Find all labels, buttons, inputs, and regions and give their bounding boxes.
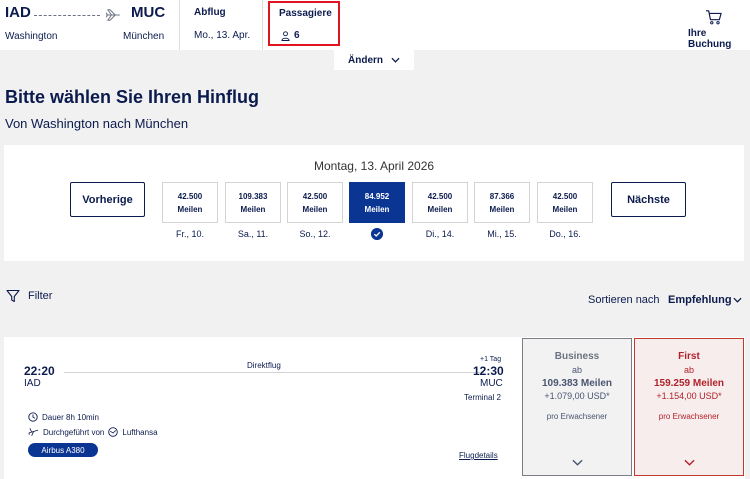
date-option-label: So., 12. — [299, 229, 331, 239]
fare-per-passenger: pro Erwachsener — [658, 412, 720, 421]
operator-row: Durchgeführt von Lufthansa — [28, 427, 158, 437]
origin-code: IAD — [5, 4, 31, 21]
date-option-label: Mi., 15. — [487, 229, 517, 239]
selected-date-title: Montag, 13. April 2026 — [313, 159, 435, 173]
sort-dropdown[interactable]: Empfehlung — [668, 294, 732, 306]
fare-usd: +1.079,00 USD* — [544, 391, 610, 401]
divider — [179, 0, 180, 50]
next-day-indicator: +1 Tag — [480, 356, 502, 363]
chevron-down-icon — [684, 459, 695, 466]
flight-timeline — [64, 372, 484, 373]
airplane-icon — [28, 428, 39, 436]
fare-miles: 109.383 Meilen — [541, 378, 613, 389]
date-option-mo-13-selected[interactable]: 84.952 Meilen — [349, 182, 405, 223]
flight-details-link[interactable]: Flugdetails — [459, 451, 498, 460]
arrival-airport: MUC — [480, 378, 503, 389]
passengers-selector[interactable]: Passagiere 6 — [268, 1, 340, 46]
fare-class-name: First — [678, 351, 700, 362]
date-option-label: Fr., 10. — [175, 229, 204, 239]
fare-class-name: Business — [554, 351, 600, 362]
airplane-icon — [105, 9, 120, 21]
date-option-miles: 109.383 — [238, 192, 268, 201]
date-option-label: Sa., 11. — [237, 229, 269, 239]
date-option-unit: Meilen — [240, 205, 266, 214]
booking-link[interactable]: Ihre Buchung — [688, 28, 750, 50]
page-title: Bitte wählen Sie Ihren Hinflug — [5, 87, 260, 107]
fare-usd: +1.154,00 USD* — [656, 391, 722, 401]
lufthansa-crane-logo-icon — [108, 427, 119, 437]
airline-name: Lufthansa — [122, 427, 158, 437]
date-option-di-14[interactable]: 42.500 Meilen — [412, 182, 468, 223]
header-bar: IAD Washington MUC München Abflug Mo., 1… — [0, 0, 750, 50]
fare-business[interactable]: Business ab 109.383 Meilen +1.079,00 USD… — [522, 338, 632, 476]
date-option-unit: Meilen — [427, 205, 453, 214]
previous-day-button[interactable]: Vorherige — [70, 182, 145, 217]
passengers-count: 6 — [294, 30, 300, 41]
filter-funnel-icon — [6, 289, 20, 303]
departure-label: Abflug — [194, 7, 226, 18]
chevron-down-icon — [391, 57, 400, 63]
arrival-time: 12:30 — [473, 364, 504, 378]
date-option-miles: 84.952 — [364, 192, 390, 201]
date-option-sa-11[interactable]: 109.383 Meilen — [225, 182, 281, 223]
date-option-label: Do., 16. — [549, 229, 581, 239]
person-icon — [281, 31, 290, 41]
destination-city: München — [123, 31, 165, 42]
chevron-down-icon[interactable] — [733, 297, 742, 303]
date-option-miles: 42.500 — [177, 192, 203, 201]
fare-from-label: ab — [571, 365, 582, 375]
departure-airport: IAD — [24, 378, 41, 389]
date-option-label: Di., 14. — [425, 229, 455, 239]
fare-miles: 159.259 Meilen — [653, 378, 725, 389]
date-option-miles: 42.500 — [302, 192, 328, 201]
origin-city: Washington — [5, 31, 58, 42]
date-option-unit: Meilen — [364, 205, 390, 214]
filter-button[interactable]: Filter — [6, 289, 52, 303]
date-option-unit: Meilen — [552, 205, 578, 214]
date-option-miles: 42.500 — [552, 192, 578, 201]
date-option-unit: Meilen — [302, 205, 328, 214]
fare-from-label: ab — [683, 365, 694, 375]
duration-row: Dauer 8h 10min — [28, 412, 99, 422]
change-search-button[interactable]: Ändern — [334, 50, 414, 70]
fare-per-passenger: pro Erwachsener — [546, 412, 608, 421]
route-line — [34, 15, 100, 16]
route-subtitle: Von Washington nach München — [5, 116, 189, 131]
checkmark-icon — [371, 228, 383, 240]
clock-icon — [28, 412, 38, 422]
filter-label: Filter — [28, 290, 53, 302]
flight-card: 22:20 IAD Direktflug +1 Tag 12:30 MUC Te… — [4, 337, 745, 479]
divider — [262, 0, 263, 50]
shopping-cart-icon[interactable] — [705, 9, 723, 25]
aircraft-badge[interactable]: Airbus A380 — [28, 443, 98, 457]
fare-first[interactable]: First ab 159.259 Meilen +1.154,00 USD* p… — [634, 338, 744, 476]
sort-label: Sortieren nach — [588, 294, 660, 306]
next-day-button[interactable]: Nächste — [611, 182, 686, 217]
flight-duration: Dauer 8h 10min — [42, 412, 99, 422]
departure-date[interactable]: Mo., 13. Apr. — [194, 30, 250, 41]
date-option-miles: 42.500 — [427, 192, 453, 201]
passengers-label: Passagiere — [279, 8, 332, 19]
departure-time: 22:20 — [24, 364, 55, 378]
date-option-fr-10[interactable]: 42.500 Meilen — [162, 182, 218, 223]
arrival-terminal: Terminal 2 — [464, 393, 501, 402]
change-label: Ändern — [348, 54, 383, 66]
date-option-so-12[interactable]: 42.500 Meilen — [287, 182, 343, 223]
flight-type: Direktflug — [247, 361, 281, 370]
date-option-unit: Meilen — [177, 205, 203, 214]
operated-by-label: Durchgeführt von — [43, 427, 105, 437]
date-option-mi-15[interactable]: 87.366 Meilen — [474, 182, 530, 223]
date-option-do-16[interactable]: 42.500 Meilen — [537, 182, 593, 223]
chevron-down-icon — [572, 459, 583, 466]
date-selector: Montag, 13. April 2026 Vorherige 42.500 … — [4, 145, 744, 261]
date-option-unit: Meilen — [489, 205, 515, 214]
date-option-miles: 87.366 — [489, 192, 515, 201]
destination-code: MUC — [131, 4, 166, 21]
